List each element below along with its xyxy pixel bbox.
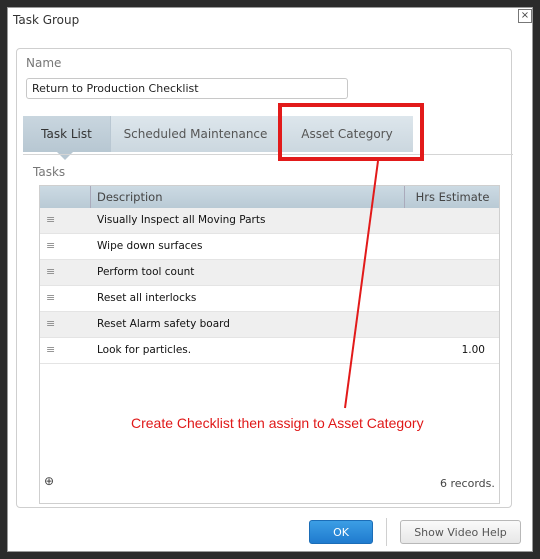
table-row[interactable]: ≡ Reset all interlocks <box>40 286 499 312</box>
name-label: Name <box>26 56 62 70</box>
description-column-header[interactable]: Description <box>97 190 163 204</box>
table-row[interactable]: ≡ Visually Inspect all Moving Parts <box>40 208 499 234</box>
tasks-label: Tasks <box>33 165 66 179</box>
table-row[interactable]: ≡ Reset Alarm safety board <box>40 312 499 338</box>
drag-handle-icon[interactable]: ≡ <box>46 343 55 356</box>
close-icon[interactable]: × <box>518 9 532 23</box>
task-description: Perform tool count <box>97 266 195 278</box>
drag-handle-icon[interactable]: ≡ <box>46 239 55 252</box>
button-divider <box>386 518 387 546</box>
table-row[interactable]: ≡ Wipe down surfaces <box>40 234 499 260</box>
grid-header: Description Hrs Estimate <box>40 186 499 208</box>
add-row-icon[interactable]: ⊕ <box>44 474 54 488</box>
task-description: Reset Alarm safety board <box>97 318 230 330</box>
drag-handle-icon[interactable]: ≡ <box>46 265 55 278</box>
drag-handle-icon[interactable]: ≡ <box>46 213 55 226</box>
tasks-grid: Description Hrs Estimate ≡ Visually Insp… <box>39 185 500 504</box>
table-row[interactable]: ≡ Look for particles. 1.00 <box>40 338 499 364</box>
ok-button[interactable]: OK <box>309 520 373 544</box>
drag-handle-icon[interactable]: ≡ <box>46 317 55 330</box>
task-description: Reset all interlocks <box>97 292 197 304</box>
task-description: Look for particles. <box>97 344 192 356</box>
drag-handle-icon[interactable]: ≡ <box>46 291 55 304</box>
tab-scheduled-maintenance[interactable]: Scheduled Maintenance <box>111 116 281 152</box>
name-input[interactable]: Return to Production Checklist <box>26 78 348 99</box>
task-description: Visually Inspect all Moving Parts <box>97 214 266 226</box>
table-row[interactable]: ≡ Perform tool count <box>40 260 499 286</box>
records-count: 6 records. <box>440 477 495 490</box>
asset-category-highlight-box <box>278 103 424 161</box>
task-description: Wipe down surfaces <box>97 240 203 252</box>
task-hrs: 1.00 <box>461 344 485 356</box>
tab-task-list[interactable]: Task List <box>23 116 111 152</box>
hrs-estimate-column-header[interactable]: Hrs Estimate <box>404 186 500 208</box>
annotation-text: Create Checklist then assign to Asset Ca… <box>131 415 424 431</box>
dialog-title: Task Group <box>13 13 80 27</box>
drag-column-header <box>40 186 91 208</box>
show-video-help-button[interactable]: Show Video Help <box>400 520 521 544</box>
